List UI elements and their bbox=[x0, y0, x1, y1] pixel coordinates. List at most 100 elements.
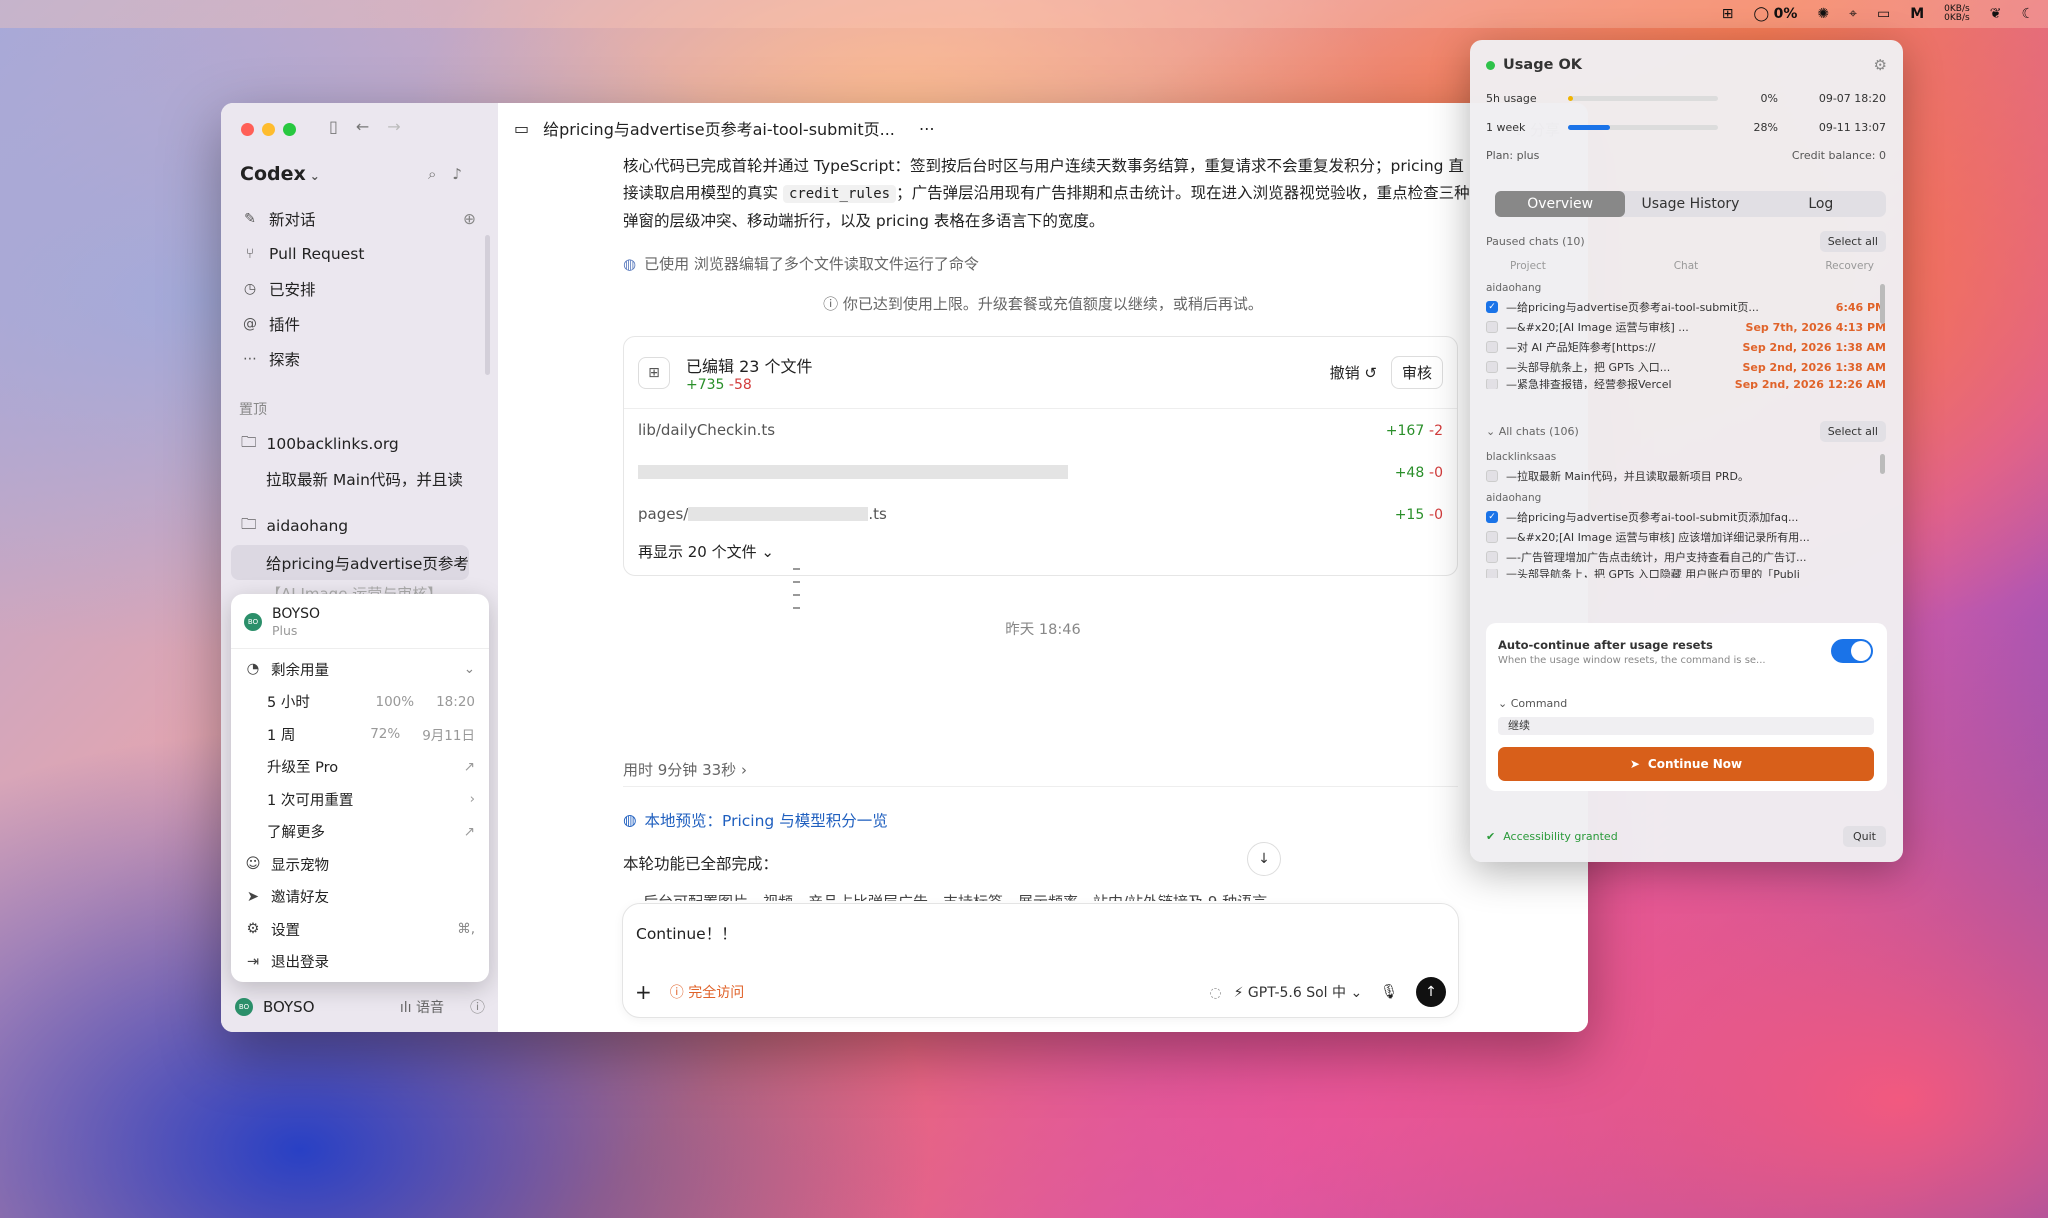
microphone-icon[interactable]: 🎙 bbox=[1380, 984, 1398, 1000]
select-all-paused-button[interactable]: Select all bbox=[1819, 231, 1886, 252]
zoom-window-button[interactable] bbox=[283, 123, 296, 136]
avatar[interactable]: BO bbox=[235, 997, 253, 1016]
inline-code: credit_rules bbox=[782, 185, 897, 203]
command-label[interactable]: ⌄ Command bbox=[1498, 697, 1567, 710]
settings-item[interactable]: ⚙ 设置 ⌘, bbox=[231, 913, 489, 946]
upgrade-pro-item[interactable]: 升级至 Pro ↗ bbox=[231, 751, 489, 784]
checkbox[interactable]: ✓ bbox=[1486, 511, 1498, 523]
paused-scrollbar[interactable] bbox=[1880, 284, 1885, 324]
logout-item[interactable]: ⇥ 退出登录 bbox=[231, 946, 489, 979]
scroll-down-button[interactable]: ↓ bbox=[1247, 842, 1281, 876]
chat-item[interactable]: 拉取最新 Main代码，并且读 bbox=[231, 461, 486, 496]
screenshot-icon[interactable]: ⌖ bbox=[1849, 6, 1857, 22]
sidebar-item-scheduled[interactable]: ◷ 已安排 bbox=[231, 271, 486, 306]
checkbox[interactable] bbox=[1486, 569, 1498, 578]
chat-row[interactable]: ✓ — 给pricing与advertise页参考ai-tool-submit页添… bbox=[1486, 509, 1886, 525]
bell-icon[interactable]: ♪ bbox=[452, 165, 462, 183]
command-input[interactable]: 继续 bbox=[1498, 717, 1874, 735]
review-button[interactable]: 审核 bbox=[1390, 356, 1443, 389]
all-chats-scrollbar[interactable] bbox=[1880, 454, 1885, 474]
file-row-redacted[interactable]: +48 -0 bbox=[624, 451, 1457, 493]
sidebar-scrollbar[interactable] bbox=[485, 235, 490, 375]
project-aidaohang[interactable]: 🗀 aidaohang bbox=[231, 508, 486, 543]
chat-row[interactable]: — -广告管理增加广告点击统计，用户支持查看自己的广告订... bbox=[1486, 549, 1886, 565]
paused-chat-row[interactable]: — 紧急排查报错，经营参报Vercel Sep 2nd, 2026 12:26 A… bbox=[1486, 379, 1886, 389]
undo-button[interactable]: 撤销 ↺ bbox=[1330, 362, 1377, 383]
globe-icon: ◍ bbox=[623, 811, 637, 829]
elapsed-time[interactable]: 用时 9分钟 33秒 › bbox=[623, 759, 747, 780]
tab-usage-history[interactable]: Usage History bbox=[1625, 191, 1755, 217]
minimize-window-button[interactable] bbox=[262, 123, 275, 136]
display-icon[interactable]: ▭ bbox=[1877, 6, 1890, 22]
sidebar-toggle-icon[interactable]: ▯ bbox=[329, 117, 338, 136]
checkbox[interactable] bbox=[1486, 379, 1498, 389]
search-icon[interactable]: ⌕ bbox=[428, 165, 436, 183]
checkbox[interactable] bbox=[1486, 341, 1498, 353]
remaining-usage-row[interactable]: ◔ 剩余用量 ⌄ bbox=[231, 653, 489, 686]
usage-panel: Usage OK ⚙ 5h usage 0% 09-07 18:20 1 week 2… bbox=[1470, 40, 1903, 862]
continue-now-button[interactable]: ➤ Continue Now bbox=[1498, 747, 1874, 781]
quit-button[interactable]: Quit bbox=[1843, 826, 1886, 847]
send-icon: ➤ bbox=[246, 888, 260, 905]
help-icon[interactable]: ⓘ bbox=[470, 996, 485, 1017]
tab-log[interactable]: Log bbox=[1756, 191, 1886, 217]
openai-icon[interactable]: ✺ bbox=[1817, 6, 1829, 22]
gear-icon[interactable]: ⚙ bbox=[1874, 56, 1887, 74]
auto-continue-toggle[interactable] bbox=[1831, 639, 1873, 663]
select-all-chats-button[interactable]: Select all bbox=[1819, 421, 1886, 442]
app-title[interactable]: Codex ⌄ bbox=[240, 163, 320, 185]
footer-user-name[interactable]: BOYSO bbox=[263, 998, 315, 1016]
sidebar-nav: ✎ 新对话 ⊕ ⑂ Pull Request ◷ 已安排 @ 插件 ⋯ 探索 bbox=[231, 201, 486, 376]
reset-available-item[interactable]: 1 次可用重置 › bbox=[231, 783, 489, 816]
sidebar-item-plugins[interactable]: @ 插件 bbox=[231, 306, 486, 341]
sidebar-item-explore[interactable]: ⋯ 探索 bbox=[231, 341, 486, 376]
chat-row[interactable]: — &#x20;[AI Image 运营与审核] 应该增加详细记录所有用... bbox=[1486, 529, 1886, 545]
close-window-button[interactable] bbox=[241, 123, 254, 136]
paused-chat-row[interactable]: — 头部导航条上，把 GPTs 入口... Sep 2nd, 2026 1:38 … bbox=[1486, 359, 1886, 375]
input-method-icon[interactable]: ⊞ bbox=[1722, 6, 1734, 22]
checkbox[interactable]: ✓ bbox=[1486, 301, 1498, 313]
learn-more-item[interactable]: 了解更多 ↗ bbox=[231, 816, 489, 849]
sidebar-panel-icon[interactable]: ▭ bbox=[514, 119, 529, 138]
show-pet-item[interactable]: ☺ 显示宠物 bbox=[231, 848, 489, 881]
file-row[interactable]: lib/dailyCheckin.ts +167 -2 bbox=[624, 409, 1457, 451]
chat-row[interactable]: — 拉取最新 Main代码，并且读取最新项目 PRD。 bbox=[1486, 468, 1886, 484]
checkbox[interactable] bbox=[1486, 551, 1498, 563]
send-button[interactable]: ↑ bbox=[1416, 977, 1446, 1007]
composer[interactable]: Continue！！ + ⓘ 完全访问 ◌ ⚡ GPT-5.6 Sol 中 ⌄ 🎙… bbox=[622, 903, 1459, 1018]
paused-chat-row[interactable]: — &#x20;[AI Image 运营与审核] ... Sep 7th, 202… bbox=[1486, 319, 1886, 335]
invite-friends-item[interactable]: ➤ 邀请好友 bbox=[231, 881, 489, 914]
sidebar-footer: BO BOYSO ılı 语音 ⓘ bbox=[235, 996, 485, 1017]
tab-overview[interactable]: Overview bbox=[1495, 191, 1626, 217]
chat-item-selected[interactable]: 给pricing与advertise页参考 bbox=[231, 545, 469, 580]
butterfly-icon[interactable]: ❦ bbox=[1990, 6, 2002, 22]
checkbox[interactable] bbox=[1486, 321, 1498, 333]
checkbox[interactable] bbox=[1486, 361, 1498, 373]
local-preview-link[interactable]: ◍ 本地预览：Pricing 与模型积分一览 bbox=[623, 809, 888, 831]
more-options-icon[interactable]: ⋯ bbox=[919, 119, 935, 138]
composer-input[interactable]: Continue！！ bbox=[636, 922, 737, 944]
paused-chat-row[interactable]: ✓ — 给pricing与advertise页参考ai-tool-submit页.… bbox=[1486, 299, 1886, 315]
pull-request-icon: ⑂ bbox=[245, 245, 255, 262]
forward-arrow-icon[interactable]: → bbox=[387, 117, 400, 136]
paused-chat-row[interactable]: — 对 AI 产品矩阵参考[https://Sep 2nd, 2026 1:38… bbox=[1486, 339, 1886, 355]
sidebar-item-pull-request[interactable]: ⑂ Pull Request bbox=[231, 236, 486, 271]
add-attachment-icon[interactable]: + bbox=[635, 980, 652, 1004]
file-row[interactable]: pages/.ts +15 -0 bbox=[624, 493, 1457, 535]
gmail-icon[interactable]: M bbox=[1910, 6, 1924, 22]
checkbox[interactable] bbox=[1486, 531, 1498, 543]
add-circle-icon[interactable]: ⊕ bbox=[463, 210, 476, 228]
tool-usage-line[interactable]: ◍ 已使用 浏览器编辑了多个文件读取文件运行了命令 bbox=[623, 253, 979, 274]
voice-button[interactable]: ılı 语音 bbox=[400, 997, 444, 1017]
back-arrow-icon[interactable]: ← bbox=[356, 117, 369, 136]
moon-icon[interactable]: ☾ bbox=[2021, 6, 2034, 22]
full-access-toggle[interactable]: ⓘ 完全访问 bbox=[670, 982, 744, 1002]
model-selector[interactable]: ◌ ⚡ GPT-5.6 Sol 中 ⌄ bbox=[1209, 982, 1362, 1002]
project-100backlinks[interactable]: 🗀 100backlinks.org bbox=[231, 426, 486, 461]
show-more-files[interactable]: 再显示 20 个文件 ⌄ bbox=[624, 535, 1457, 568]
chevron-right-icon: › bbox=[469, 791, 475, 808]
checkbox[interactable] bbox=[1486, 470, 1498, 482]
cpu-indicator[interactable]: ◯ 0% bbox=[1753, 6, 1797, 22]
sidebar-item-new-chat[interactable]: ✎ 新对话 ⊕ bbox=[231, 201, 486, 236]
chat-row[interactable]: — 头部导航条上，把 GPTs 入口隐藏 用户账户页里的「Publi bbox=[1486, 569, 1886, 578]
